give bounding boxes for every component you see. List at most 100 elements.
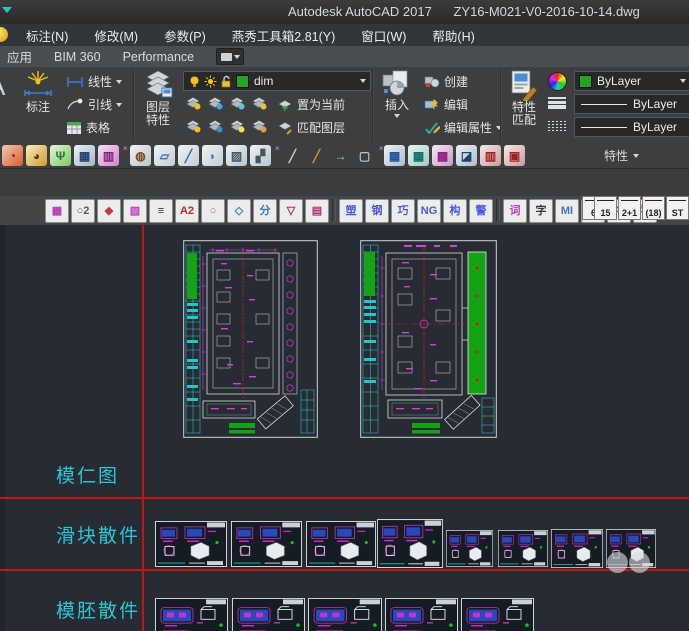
ribbon-tab-featured-apps[interactable]: 应用 xyxy=(0,47,32,66)
list-layers-icon[interactable]: ≡ xyxy=(149,199,173,223)
moldbase-part-thumbnail-3[interactable] xyxy=(308,598,382,631)
ribbon-display-toggle-button[interactable] xyxy=(216,48,245,65)
steel-icon[interactable]: 钢 xyxy=(365,199,389,223)
monitor-icon[interactable]: ▦ xyxy=(74,145,95,166)
toolbar-close-icon[interactable]: × xyxy=(379,144,384,153)
layout-grid-hline-2[interactable] xyxy=(0,569,689,571)
render-sphere-icon[interactable]: ◔ xyxy=(2,145,23,166)
dim-18-icon[interactable]: (18) xyxy=(642,196,665,220)
linetype-combo[interactable]: ByLayer xyxy=(574,117,689,137)
menu-item-modify[interactable]: 修改(M) xyxy=(94,26,138,45)
leader-arrow-icon[interactable]: → xyxy=(330,145,351,166)
box-3d-icon[interactable]: ◇ xyxy=(227,199,251,223)
menu-item-window[interactable]: 窗口(W) xyxy=(361,26,406,45)
edit-attributes-button[interactable]: 编辑属性 xyxy=(424,119,503,136)
dim-15-icon[interactable]: 15 xyxy=(594,196,617,220)
color-wheel-icon[interactable] xyxy=(548,72,567,91)
layer-properties-button[interactable]: 图层 特性 xyxy=(137,69,179,127)
section-label-core[interactable]: 模仁图 xyxy=(56,461,119,488)
make-current-button[interactable]: 置为当前 xyxy=(278,96,345,113)
layout-grid-hline-1[interactable] xyxy=(0,497,689,499)
pencil-icon[interactable]: ╱ xyxy=(178,145,199,166)
toolbar-close-icon[interactable]: × xyxy=(275,144,280,153)
linetype-icon[interactable] xyxy=(548,121,566,131)
match-properties-button[interactable]: 特性 匹配 xyxy=(504,69,544,127)
dimension-button[interactable]: 标注 xyxy=(16,69,60,114)
table-button[interactable]: 表格 xyxy=(66,119,110,136)
toolbar-close-icon[interactable]: × xyxy=(123,144,128,153)
filter-off-icon[interactable]: ▽ xyxy=(279,199,303,223)
screen-curve-icon[interactable]: ◪ xyxy=(456,145,477,166)
moldbase-part-thumbnail-1[interactable] xyxy=(155,598,228,631)
mirror-panel-icon[interactable]: ▞ xyxy=(250,145,271,166)
match-layer-button[interactable]: 匹配图层 xyxy=(278,119,345,136)
slider-part-thumbnail-4[interactable] xyxy=(377,519,443,568)
linear-dimension-button[interactable]: 线性 xyxy=(66,73,123,90)
layer-off-icon[interactable] xyxy=(186,96,201,110)
slider-part-thumbnail-2[interactable] xyxy=(231,521,302,567)
screen-magenta-icon[interactable]: ▩ xyxy=(432,145,453,166)
create-block-button[interactable]: 创建 xyxy=(424,73,468,90)
drawing-canvas[interactable]: 模仁图 滑块散件 模胚散件 xyxy=(0,225,689,631)
palette-grid-icon[interactable]: ▤ xyxy=(305,199,329,223)
moldbase-part-thumbnail-5[interactable] xyxy=(461,598,534,631)
rect-circle-icon[interactable]: ▢ xyxy=(354,145,375,166)
char-icon[interactable]: 字 xyxy=(529,199,553,223)
block-pattern-icon[interactable]: ▧ xyxy=(123,199,147,223)
cad-sheet-core-plate-right[interactable] xyxy=(360,240,497,438)
screen-teal-icon[interactable]: ▦ xyxy=(408,145,429,166)
panel-red2-icon[interactable]: ▣ xyxy=(504,145,525,166)
panel-red-icon[interactable]: ▥ xyxy=(480,145,501,166)
insert-block-button[interactable]: 插入 xyxy=(377,69,417,118)
palm-tree-icon[interactable]: Ψ xyxy=(50,145,71,166)
section-label-moldbase[interactable]: 模胚散件 xyxy=(56,596,140,623)
table-grid-icon[interactable]: ▦ xyxy=(45,199,69,223)
properties-panel-label[interactable]: 特性 xyxy=(604,147,640,164)
mtext-button[interactable]: A xyxy=(0,71,5,102)
layer-freeze-icon[interactable] xyxy=(230,96,245,110)
panel-icon[interactable]: ▨ xyxy=(226,145,247,166)
shapes-icon[interactable]: ▱ xyxy=(154,145,175,166)
pink-window-icon[interactable]: ▥ xyxy=(98,145,119,166)
ribbon-tab-performance[interactable]: Performance xyxy=(123,50,195,64)
layer-combo[interactable]: dim xyxy=(183,71,371,91)
menu-item-annotate[interactable]: 标注(N) xyxy=(26,26,68,45)
section-label-slider[interactable]: 滑块散件 xyxy=(56,521,140,548)
line-tool-icon[interactable]: ╱ xyxy=(282,145,303,166)
mi-screen-icon[interactable]: MI xyxy=(555,199,579,223)
structure-icon[interactable]: 构 xyxy=(443,199,467,223)
cad-sheet-core-plate-left[interactable] xyxy=(183,240,318,438)
menu-item-parametric[interactable]: 参数(P) xyxy=(164,26,206,45)
dim-st-icon[interactable]: ST xyxy=(666,196,689,220)
ribbon-tab-bim-360[interactable]: BIM 360 xyxy=(54,50,101,64)
split-layer-icon[interactable]: 分 xyxy=(253,199,277,223)
zoom-pink-icon[interactable]: ○ xyxy=(201,199,225,223)
swan-icon[interactable]: ◗ xyxy=(202,145,223,166)
slider-part-thumbnail-5[interactable] xyxy=(446,530,493,567)
fill-shape-icon[interactable]: ◆ xyxy=(97,199,121,223)
layer-isolate-icon[interactable] xyxy=(208,96,223,110)
dim-2plus1-icon[interactable]: 2+1 xyxy=(618,196,641,220)
layer-unisolate-icon[interactable] xyxy=(208,119,223,133)
menu-item-yanxiu-toolbox[interactable]: 燕秀工具箱2.81(Y) xyxy=(232,26,336,45)
sketch-pencil-icon[interactable]: ╱ xyxy=(306,145,327,166)
warning-icon[interactable]: 警 xyxy=(469,199,493,223)
menu-item-help[interactable]: 帮助(H) xyxy=(432,26,474,45)
slider-part-thumbnail-3[interactable] xyxy=(306,521,376,567)
materials-sphere-icon[interactable]: ◕ xyxy=(26,145,47,166)
layer-thaw-icon[interactable] xyxy=(230,119,245,133)
ng-icon[interactable]: NG xyxy=(417,199,441,223)
layer-lock-icon[interactable] xyxy=(252,96,267,110)
lineweight-combo[interactable]: ByLayer xyxy=(574,94,689,114)
word-icon[interactable]: 词 xyxy=(503,199,527,223)
moldbase-part-thumbnail-4[interactable] xyxy=(385,598,458,631)
plastic-icon[interactable]: 塑 xyxy=(339,199,363,223)
edit-block-button[interactable]: 编辑 xyxy=(424,96,468,113)
quick-access-chevron-icon[interactable] xyxy=(2,7,12,13)
layer-on-icon[interactable] xyxy=(186,119,201,133)
a2-sheet-icon[interactable]: A2 xyxy=(175,199,199,223)
screen-blue-icon[interactable]: ▦ xyxy=(384,145,405,166)
color-combo[interactable]: ByLayer xyxy=(574,71,689,91)
leader-button[interactable]: 引线 xyxy=(66,96,123,113)
slider-part-thumbnail-1[interactable] xyxy=(155,521,227,567)
